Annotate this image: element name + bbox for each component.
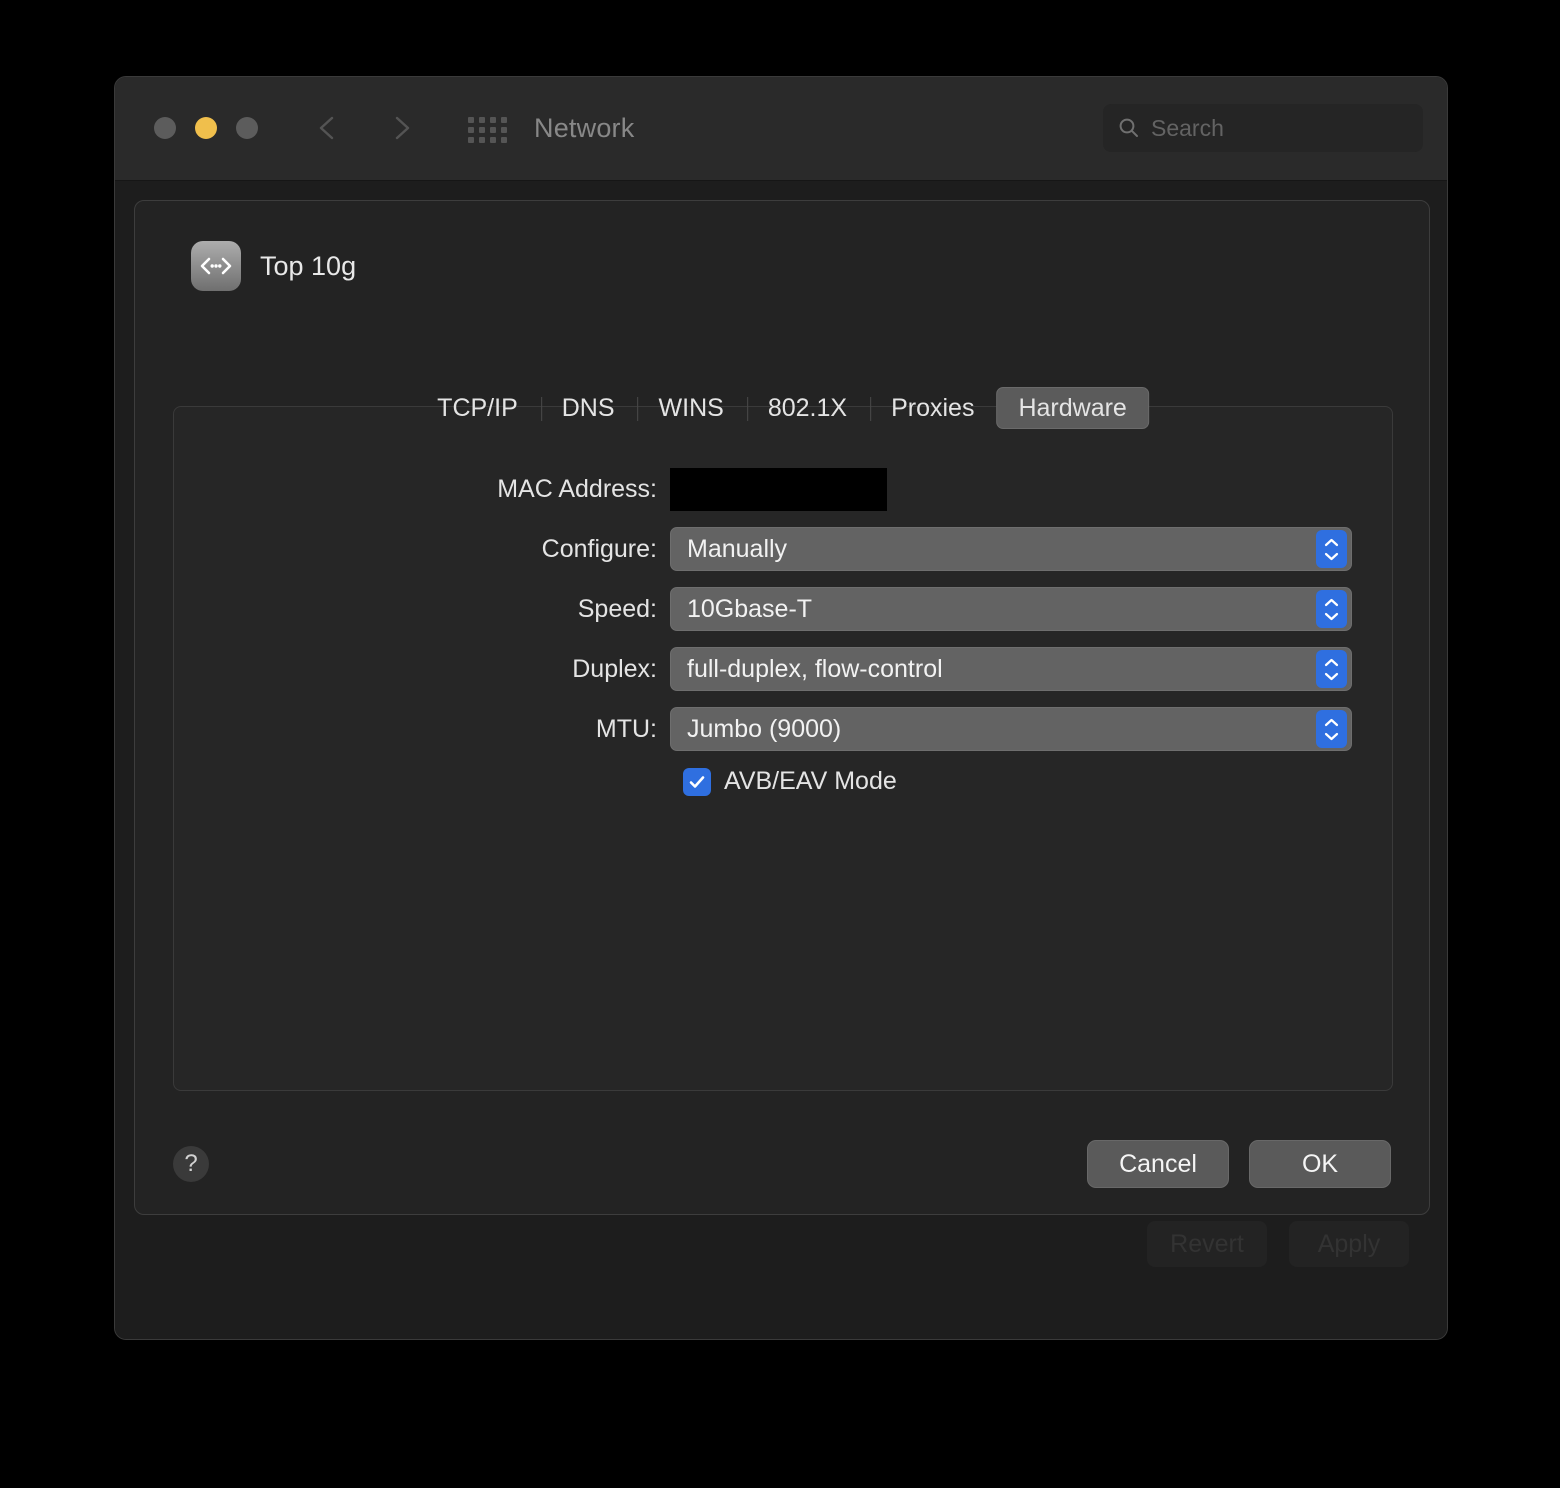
settings-tab-bar: TCP/IP DNS WINS 802.1X Proxies Hardware bbox=[415, 387, 1149, 429]
tab-hardware[interactable]: Hardware bbox=[996, 387, 1149, 429]
hardware-form: MAC Address: Configure: Manually Speed: bbox=[174, 467, 1392, 796]
tab-proxies[interactable]: Proxies bbox=[869, 387, 996, 429]
interface-settings-sheet: Top 10g TCP/IP DNS WINS 802.1X Proxies H… bbox=[134, 200, 1430, 1215]
network-preferences-window: Network Revert Apply bbox=[114, 76, 1448, 1340]
configure-value: Manually bbox=[687, 534, 788, 563]
zoom-button[interactable] bbox=[236, 117, 258, 139]
speed-label: Speed: bbox=[577, 594, 657, 623]
duplex-label: Duplex: bbox=[572, 654, 657, 683]
chevron-updown-icon[interactable] bbox=[1316, 650, 1347, 688]
configure-row: Configure: Manually bbox=[174, 527, 1392, 571]
mac-address-row: MAC Address: bbox=[174, 467, 1392, 511]
duplex-row: Duplex: full-duplex, flow-control bbox=[174, 647, 1392, 691]
cancel-button[interactable]: Cancel bbox=[1087, 1140, 1229, 1188]
traffic-lights bbox=[154, 117, 258, 139]
navigation-arrows bbox=[313, 113, 416, 143]
tab-wins[interactable]: WINS bbox=[637, 387, 746, 429]
search-field[interactable] bbox=[1103, 104, 1447, 152]
mtu-label: MTU: bbox=[595, 714, 657, 743]
forward-chevron-icon[interactable] bbox=[386, 113, 416, 143]
sheet-action-buttons: Cancel OK bbox=[1087, 1140, 1391, 1188]
avb-mode-checkbox[interactable] bbox=[683, 767, 711, 796]
window-toolbar: Network bbox=[115, 77, 1447, 181]
page-title: Network bbox=[534, 113, 635, 143]
configure-label: Configure: bbox=[541, 534, 657, 563]
mtu-row: MTU: Jumbo (9000) bbox=[174, 707, 1392, 751]
ok-button[interactable]: OK bbox=[1249, 1140, 1391, 1188]
sheet-footer: ? Cancel OK bbox=[135, 1092, 1429, 1214]
revert-button: Revert bbox=[1147, 1221, 1267, 1267]
mac-address-value bbox=[670, 467, 887, 511]
search-icon bbox=[1117, 116, 1141, 140]
configure-popup-button[interactable]: Manually bbox=[670, 527, 1352, 571]
chevron-updown-icon[interactable] bbox=[1316, 710, 1347, 748]
window-action-buttons: Revert Apply bbox=[1147, 1221, 1409, 1267]
search-input[interactable] bbox=[1151, 114, 1447, 142]
avb-mode-label: AVB/EAV Mode bbox=[724, 767, 897, 795]
duplex-value: full-duplex, flow-control bbox=[687, 654, 943, 683]
speed-popup-button[interactable]: 10Gbase-T bbox=[670, 587, 1352, 631]
chevron-updown-icon[interactable] bbox=[1316, 530, 1347, 568]
minimize-button[interactable] bbox=[195, 117, 217, 139]
show-all-grid-icon[interactable] bbox=[468, 117, 508, 143]
speed-value: 10Gbase-T bbox=[687, 594, 813, 623]
service-name: Top 10g bbox=[260, 250, 357, 281]
tab-tcpip[interactable]: TCP/IP bbox=[415, 387, 540, 429]
tab-dns[interactable]: DNS bbox=[540, 387, 637, 429]
hardware-settings-panel: MAC Address: Configure: Manually Speed: bbox=[173, 406, 1393, 1091]
avb-mode-row: AVB/EAV Mode bbox=[174, 767, 1392, 796]
speed-row: Speed: 10Gbase-T bbox=[174, 587, 1392, 631]
service-header: Top 10g bbox=[191, 241, 356, 291]
ethernet-icon bbox=[191, 241, 241, 291]
chevron-updown-icon[interactable] bbox=[1316, 590, 1347, 628]
avb-mode-checkbox-group[interactable]: AVB/EAV Mode bbox=[670, 767, 897, 796]
mtu-value: Jumbo (9000) bbox=[687, 714, 842, 743]
tab-8021x[interactable]: 802.1X bbox=[746, 387, 869, 429]
apply-button: Apply bbox=[1289, 1221, 1409, 1267]
back-chevron-icon[interactable] bbox=[313, 113, 343, 143]
close-button[interactable] bbox=[154, 117, 176, 139]
help-button[interactable]: ? bbox=[173, 1146, 209, 1182]
duplex-popup-button[interactable]: full-duplex, flow-control bbox=[670, 647, 1352, 691]
mac-address-label: MAC Address: bbox=[497, 474, 657, 503]
mtu-popup-button[interactable]: Jumbo (9000) bbox=[670, 707, 1352, 751]
